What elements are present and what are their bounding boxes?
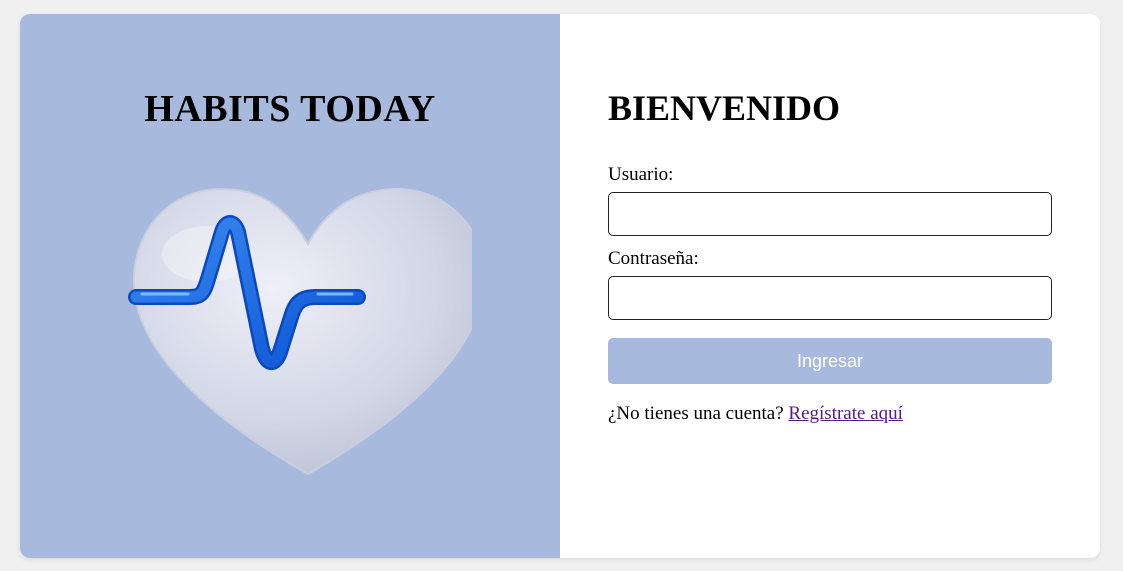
password-label: Contraseña: xyxy=(608,248,699,269)
username-input[interactable] xyxy=(608,192,1052,236)
app-title: HABITS TODAY xyxy=(144,88,436,130)
username-label: Usuario: xyxy=(608,164,674,185)
heart-pulse-icon xyxy=(112,174,486,484)
login-card: HABITS TODAY BIENVENIDO Usuario: Contras… xyxy=(20,14,1100,558)
welcome-heading: BIENVENIDO xyxy=(608,88,841,128)
signup-link[interactable]: Regístrate aquí xyxy=(788,403,903,424)
signup-prompt: ¿No tienes una cuenta? xyxy=(608,403,784,424)
brand-panel: HABITS TODAY xyxy=(20,14,560,558)
signup-row: ¿No tienes una cuenta? Regístrate aquí xyxy=(608,403,903,425)
login-panel: BIENVENIDO Usuario: Contraseña: Ingresar… xyxy=(560,14,1100,558)
password-input[interactable] xyxy=(608,276,1052,320)
login-button[interactable]: Ingresar xyxy=(608,338,1052,384)
